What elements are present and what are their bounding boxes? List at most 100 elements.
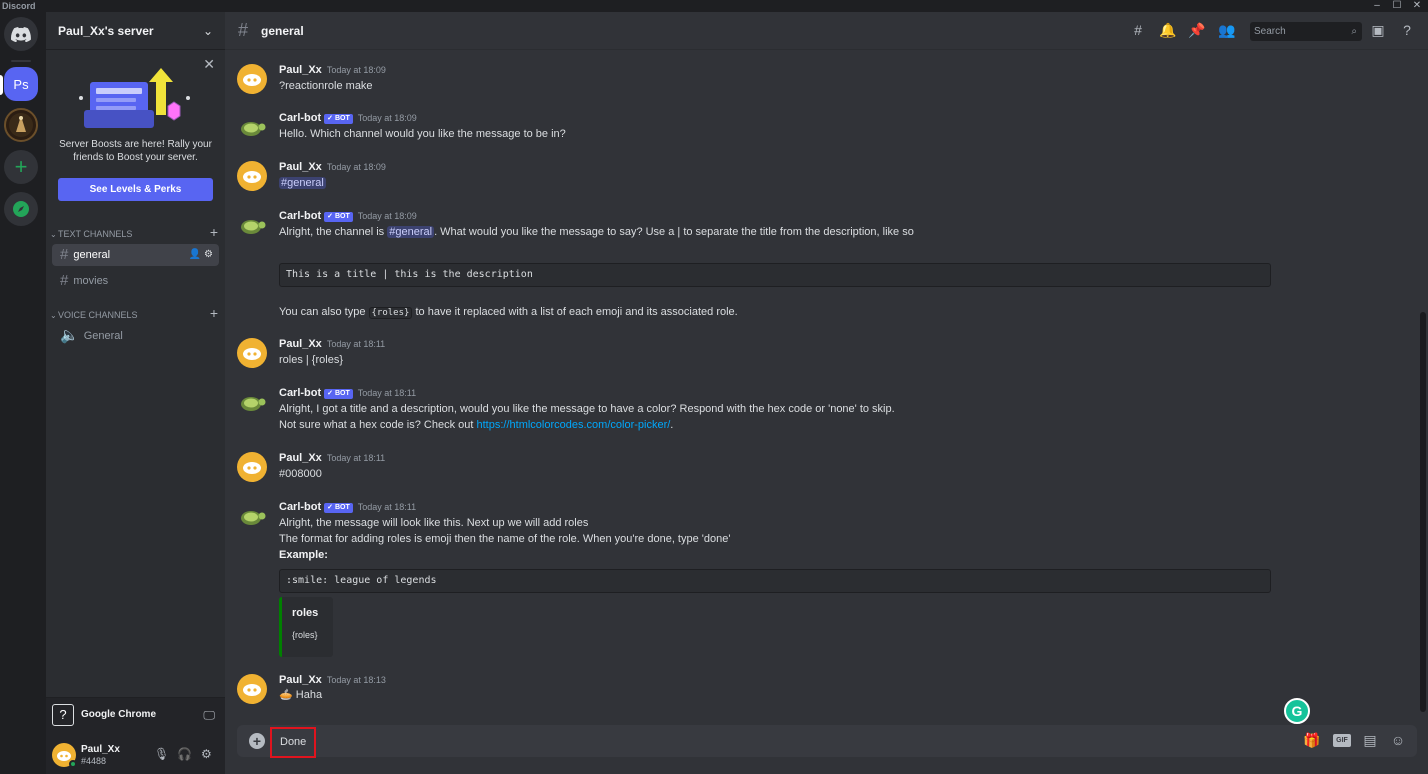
- author-name[interactable]: Paul_Xx: [279, 338, 322, 350]
- avatar[interactable]: [237, 338, 267, 368]
- message-header: Paul_Xx Today at 18:11: [279, 452, 385, 464]
- invite-icon[interactable]: 👤: [189, 249, 201, 260]
- timestamp: Today at 18:09: [326, 65, 386, 75]
- see-levels-perks-button[interactable]: See Levels & Perks: [58, 178, 213, 201]
- message-header: Paul_Xx Today at 18:11: [279, 338, 385, 350]
- gear-icon[interactable]: ⚙: [204, 249, 213, 260]
- bot-badge: ✓ BOT: [324, 114, 353, 124]
- category-text-channels[interactable]: ⌄TEXT CHANNELS +: [50, 225, 220, 241]
- minimize-button[interactable]: –: [1370, 0, 1384, 12]
- gear-icon[interactable]: ⚙: [201, 747, 212, 761]
- channel-mention[interactable]: #general: [279, 177, 326, 189]
- inbox-icon[interactable]: ▣: [1369, 22, 1387, 39]
- message-input[interactable]: Done: [270, 727, 316, 758]
- avatar[interactable]: [237, 161, 267, 191]
- message-header: Carl-bot ✓ BOT Today at 18:11: [279, 501, 416, 513]
- emoji-icon[interactable]: ☺: [1389, 732, 1407, 748]
- threads-icon[interactable]: #: [1129, 22, 1147, 38]
- avatar[interactable]: [237, 501, 267, 531]
- author-name[interactable]: Paul_Xx: [279, 161, 322, 173]
- close-icon[interactable]: ✕: [203, 56, 215, 73]
- sticker-icon[interactable]: ▤: [1361, 732, 1379, 749]
- close-window-button[interactable]: ✕: [1410, 0, 1424, 12]
- message-header: Paul_Xx Today at 18:09: [279, 64, 386, 76]
- compass-icon: [13, 201, 29, 217]
- message-text: Alright, the channel is #general. What w…: [279, 226, 914, 238]
- discord-logo-icon: [11, 26, 31, 42]
- create-channel-icon[interactable]: +: [210, 306, 218, 320]
- timestamp: Today at 18:11: [357, 502, 417, 512]
- message-text: #008000: [279, 468, 322, 480]
- turtle-icon: [241, 397, 266, 411]
- microphone-icon[interactable]: 🎙: [154, 747, 169, 761]
- user-tag: #4488: [81, 756, 107, 766]
- screen-share-icon[interactable]: 🖵: [203, 708, 215, 723]
- discord-logo-icon: [243, 462, 261, 474]
- channel-header: # general # 🔔 📌 👥 Search ⌕ ▣ ?: [225, 12, 1428, 50]
- author-name[interactable]: Carl-bot: [279, 387, 321, 399]
- hash-icon: #: [60, 246, 69, 263]
- bell-icon[interactable]: 🔔: [1159, 22, 1177, 39]
- author-name[interactable]: Carl-bot: [279, 501, 321, 513]
- server-icon-ps[interactable]: Ps: [4, 67, 38, 101]
- author-name[interactable]: Paul_Xx: [279, 674, 322, 686]
- server-header[interactable]: Paul_Xx's server ⌄: [46, 12, 225, 50]
- bot-badge: ✓ BOT: [324, 503, 353, 513]
- channel-title: general: [261, 24, 304, 38]
- pie-emoji-icon: 🥧: [279, 689, 293, 701]
- app-title: Discord: [2, 1, 36, 11]
- avatar[interactable]: [237, 64, 267, 94]
- gif-icon[interactable]: GIF: [1333, 734, 1351, 747]
- voice-channel-general[interactable]: 🔈 General: [52, 325, 219, 347]
- timestamp: Today at 18:11: [326, 453, 386, 463]
- pin-icon[interactable]: 📌: [1188, 22, 1206, 39]
- home-button[interactable]: [4, 17, 38, 51]
- author-name[interactable]: Paul_Xx: [279, 64, 322, 76]
- embed-title: roles: [292, 607, 319, 619]
- message-text: The format for adding roles is emoji the…: [279, 533, 731, 545]
- inline-code: {roles}: [368, 307, 413, 319]
- avatar[interactable]: [237, 452, 267, 482]
- grammarly-icon[interactable]: G: [1284, 698, 1310, 724]
- category-label: TEXT CHANNELS: [58, 229, 133, 239]
- server-icon-2[interactable]: [4, 108, 38, 142]
- server-name: Paul_Xx's server: [58, 24, 154, 38]
- message-composer: + Done 🎁 GIF ▤ ☺: [237, 725, 1417, 758]
- bot-badge: ✓ BOT: [324, 389, 353, 399]
- hash-icon: #: [60, 272, 69, 289]
- code-block: :smile: league of legends: [279, 569, 1271, 593]
- headphones-icon[interactable]: 🎧: [177, 747, 192, 761]
- plus-icon: +: [14, 154, 28, 179]
- author-name[interactable]: Paul_Xx: [279, 452, 322, 464]
- avatar[interactable]: [237, 387, 267, 417]
- category-voice-channels[interactable]: ⌄VOICE CHANNELS +: [50, 306, 220, 322]
- members-icon[interactable]: 👥: [1218, 22, 1236, 39]
- chevron-down-icon: ⌄: [50, 311, 57, 320]
- channel-general[interactable]: # general 👤 ⚙: [52, 244, 219, 266]
- hex-link[interactable]: https://htmlcolorcodes.com/color-picker/: [477, 419, 671, 431]
- discord-logo-icon: [243, 684, 261, 696]
- explore-servers-button[interactable]: [4, 192, 38, 226]
- author-name[interactable]: Carl-bot: [279, 210, 321, 222]
- gift-icon[interactable]: 🎁: [1303, 732, 1321, 749]
- avatar[interactable]: [237, 674, 267, 704]
- turtle-icon: [241, 511, 266, 525]
- search-input[interactable]: Search ⌕: [1250, 22, 1362, 41]
- author-name[interactable]: Carl-bot: [279, 112, 321, 124]
- channel-movies[interactable]: # movies: [52, 270, 219, 292]
- chat-area: # general # 🔔 📌 👥 Search ⌕ ▣ ? Paul_Xx To…: [225, 12, 1428, 774]
- avatar[interactable]: [237, 112, 267, 142]
- add-server-button[interactable]: +: [4, 150, 38, 184]
- help-icon[interactable]: ?: [1398, 22, 1416, 38]
- server-avatar-icon: [9, 113, 33, 137]
- username: Paul_Xx: [81, 744, 120, 755]
- turtle-icon: [241, 220, 266, 234]
- unknown-game-icon: ?: [52, 704, 74, 726]
- activity-label: Google Chrome: [81, 709, 157, 720]
- channel-mention[interactable]: #general: [387, 226, 435, 238]
- create-channel-icon[interactable]: +: [210, 225, 218, 239]
- maximize-button[interactable]: ☐: [1390, 0, 1404, 12]
- avatar[interactable]: [237, 210, 267, 240]
- attach-plus-icon[interactable]: +: [249, 733, 265, 749]
- scrollbar[interactable]: [1420, 312, 1426, 712]
